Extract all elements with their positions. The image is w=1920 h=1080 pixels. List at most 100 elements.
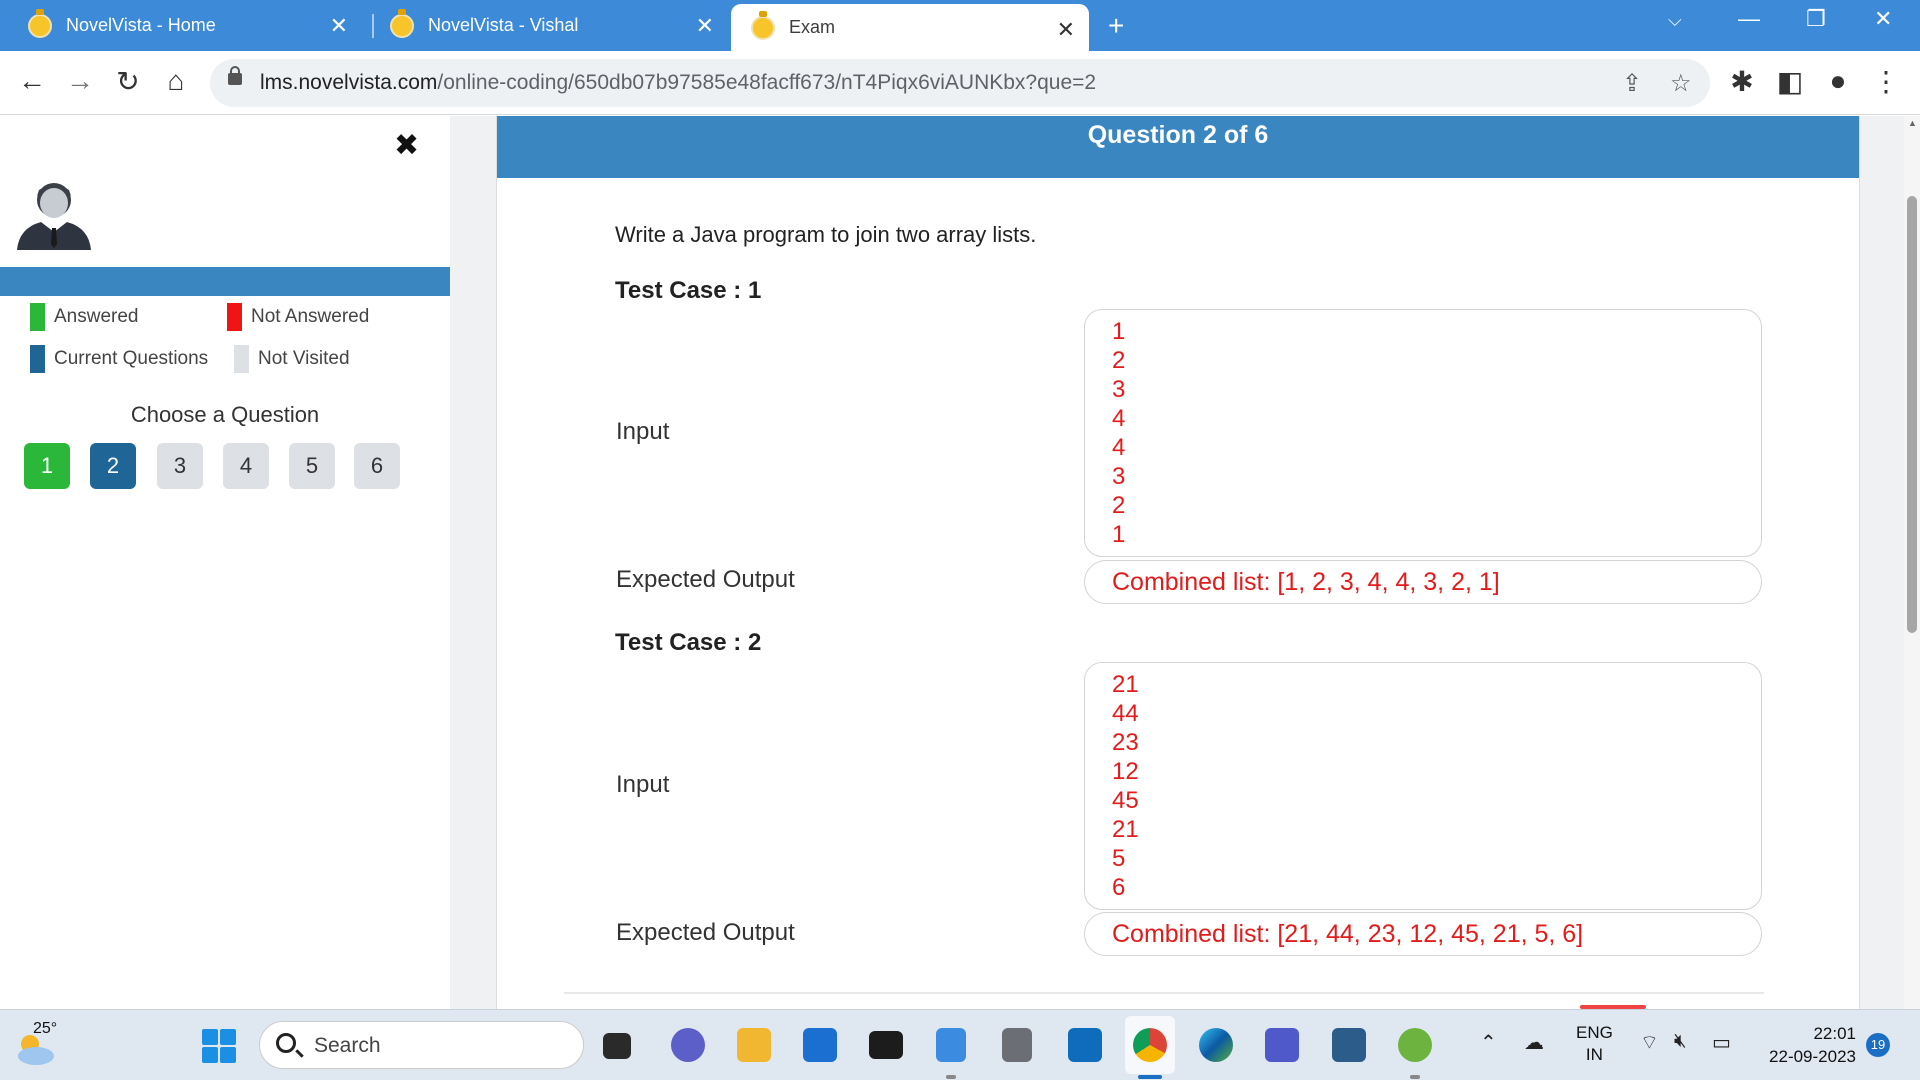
file-explorer-icon[interactable] <box>737 1028 771 1062</box>
lock-icon[interactable] <box>228 66 242 85</box>
app-running-indicator <box>1410 1075 1420 1079</box>
search-icon <box>276 1033 296 1053</box>
calculator-icon[interactable] <box>1002 1028 1032 1062</box>
input-language[interactable]: ENG IN <box>1576 1022 1613 1066</box>
tab-novelvista-home[interactable]: NovelVista - Home ✕ <box>0 0 362 51</box>
chrome-active-indicator <box>1138 1075 1162 1079</box>
notification-badge[interactable]: 19 <box>1866 1033 1890 1057</box>
tab-title: NovelVista - Home <box>66 15 216 35</box>
expected-output-label: Expected Output <box>616 919 795 946</box>
profile-avatar-icon[interactable]: ● <box>1820 65 1856 97</box>
tray-overflow-chevron-icon[interactable]: ⌃ <box>1480 1030 1497 1055</box>
sidebar-close-icon[interactable]: ✖ <box>394 128 419 163</box>
task-view-icon[interactable] <box>603 1033 631 1059</box>
input-label: Input <box>616 418 670 445</box>
test-case-input-box: 21 44 23 12 45 21 5 6 <box>1084 662 1762 910</box>
clock-date: 22-09-2023 <box>1769 1047 1856 1066</box>
question-button-3[interactable]: 3 <box>157 443 203 489</box>
temperature: 25° <box>33 1020 58 1037</box>
scroll-thumb[interactable] <box>1907 196 1917 633</box>
onedrive-cloud-icon[interactable]: ☁ <box>1524 1030 1544 1055</box>
exam-favicon-icon <box>751 10 775 40</box>
tab-search-chevron-icon[interactable]: ⌵ <box>1668 10 1682 31</box>
tab-title: NovelVista - Vishal <box>428 15 579 35</box>
legend-label: Not Visited <box>258 348 350 369</box>
question-card: Question 2 of 6 Write a Java program to … <box>496 116 1860 1009</box>
question-button-6[interactable]: 6 <box>354 443 400 489</box>
tab-novelvista-vishal[interactable]: NovelVista - Vishal ✕ <box>362 0 728 51</box>
user-avatar-icon <box>17 183 91 250</box>
language-code: ENG <box>1576 1023 1613 1042</box>
input-line: 23 <box>1112 729 1139 756</box>
legend-label: Not Answered <box>251 306 370 327</box>
notepad-icon[interactable] <box>936 1028 966 1062</box>
home-icon[interactable]: ⌂ <box>158 65 194 97</box>
browser-toolbar: ← → ↻ ⌂ lms.novelvista.com/online-coding… <box>0 51 1920 115</box>
input-line: 44 <box>1112 700 1139 727</box>
input-line: 4 <box>1112 434 1126 461</box>
legend-answered-swatch <box>30 303 45 331</box>
browser-menu-icon[interactable]: ⋮ <box>1868 65 1904 98</box>
outlook-icon[interactable] <box>1068 1028 1102 1062</box>
taskbar-search-input[interactable]: Search <box>259 1021 584 1069</box>
question-button-4[interactable]: 4 <box>223 443 269 489</box>
tab-close-icon[interactable]: ✕ <box>696 13 714 39</box>
legend-answered: Answered <box>30 303 139 331</box>
spring-tools-icon[interactable] <box>1398 1028 1432 1062</box>
system-clock[interactable]: 22:01 22-09-2023 <box>1760 1022 1856 1068</box>
novelvista-favicon-icon <box>28 8 52 38</box>
address-bar[interactable]: lms.novelvista.com/online-coding/650db07… <box>210 59 1710 107</box>
wifi-icon[interactable]: ⌔ <box>1640 1030 1659 1055</box>
forward-arrow-icon[interactable]: → <box>62 65 98 97</box>
mysql-workbench-icon[interactable] <box>1332 1028 1366 1062</box>
editor-divider <box>564 992 1764 994</box>
tab-close-icon[interactable]: ✕ <box>1057 17 1075 43</box>
choose-question-label: Choose a Question <box>130 402 320 427</box>
novelvista-favicon-icon <box>390 8 414 38</box>
bookmark-star-icon[interactable]: ☆ <box>1670 69 1692 98</box>
test-case-title: Test Case : 1 <box>615 277 762 304</box>
teams-icon[interactable] <box>1265 1028 1299 1062</box>
input-line: 1 <box>1112 318 1126 345</box>
minimize-icon[interactable]: — <box>1738 6 1760 32</box>
back-arrow-icon[interactable]: ← <box>14 65 50 97</box>
input-line: 5 <box>1112 845 1126 872</box>
region-code: IN <box>1585 1045 1603 1064</box>
edge-icon[interactable] <box>1199 1028 1233 1062</box>
url-text[interactable]: lms.novelvista.com/online-coding/650db07… <box>260 71 1096 95</box>
window-close-icon[interactable]: ✕ <box>1874 6 1892 32</box>
expected-output-box: Combined list: [1, 2, 3, 4, 4, 3, 2, 1] <box>1084 560 1762 604</box>
new-tab-plus-icon[interactable]: + <box>1108 10 1124 42</box>
question-button-5[interactable]: 5 <box>289 443 335 489</box>
input-line: 3 <box>1112 376 1126 403</box>
input-line: 4 <box>1112 405 1126 432</box>
restore-icon[interactable]: ❐ <box>1806 6 1826 32</box>
question-header: Question 2 of 6 <box>497 116 1859 178</box>
input-line: 45 <box>1112 787 1139 814</box>
scroll-up-arrow-icon[interactable]: ▲ <box>1908 118 1917 128</box>
chat-icon[interactable] <box>671 1028 705 1062</box>
volume-muted-icon[interactable]: 🔇︎ <box>1674 1030 1687 1053</box>
question-button-2[interactable]: 2 <box>90 443 136 489</box>
legend-not-visited-swatch <box>234 345 249 373</box>
input-label: Input <box>616 771 670 798</box>
page-scrollbar[interactable]: ▲ <box>1904 116 1920 1009</box>
windows-start-icon[interactable] <box>202 1029 236 1063</box>
share-icon[interactable]: ⇪ <box>1622 69 1642 98</box>
terminal-icon[interactable] <box>869 1031 903 1059</box>
input-line: 21 <box>1112 816 1139 843</box>
chrome-icon[interactable] <box>1133 1028 1167 1062</box>
app-running-indicator <box>946 1075 956 1079</box>
legend-label: Current Questions <box>54 348 209 369</box>
test-case-title: Test Case : 2 <box>615 629 762 656</box>
tab-exam[interactable]: Exam ✕ <box>731 4 1089 51</box>
expected-output-box: Combined list: [21, 44, 23, 12, 45, 21, … <box>1084 912 1762 956</box>
side-panel-icon[interactable]: ◧ <box>1772 65 1808 98</box>
battery-icon[interactable]: ▭ <box>1712 1030 1731 1055</box>
extensions-puzzle-icon[interactable]: ✱ <box>1724 65 1760 98</box>
question-button-1[interactable]: 1 <box>24 443 70 489</box>
tab-close-icon[interactable]: ✕ <box>330 13 348 39</box>
browser-tab-bar: NovelVista - Home ✕ NovelVista - Vishal … <box>0 0 1920 51</box>
microsoft-store-icon[interactable] <box>803 1028 837 1062</box>
reload-icon[interactable]: ↻ <box>110 65 146 98</box>
